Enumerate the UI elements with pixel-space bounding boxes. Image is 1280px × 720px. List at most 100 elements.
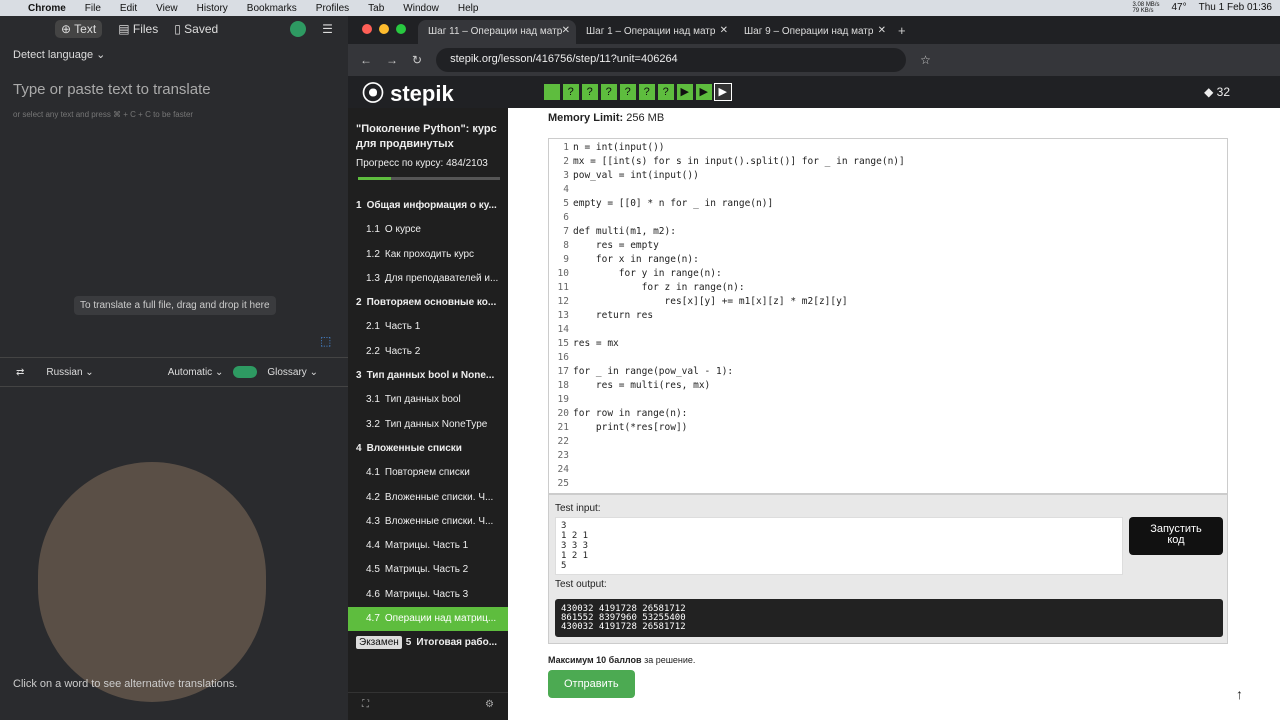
toc-section[interactable]: Экзамен 5 Итоговая рабо... xyxy=(348,631,508,655)
toc-lesson[interactable]: 3.1 Тип данных bool xyxy=(348,388,508,412)
toc-lesson[interactable]: 4.1 Повторяем списки xyxy=(348,461,508,485)
maximize-window-button[interactable] xyxy=(396,24,406,34)
toc-lesson[interactable]: 3.2 Тип данных NoneType xyxy=(348,413,508,437)
menu-app[interactable]: Chrome xyxy=(28,3,66,14)
toc-lesson[interactable]: 1.3 Для преподавателей и... xyxy=(348,267,508,291)
run-code-button[interactable]: Запустить код xyxy=(1129,517,1223,555)
test-input[interactable]: 3 1 2 1 3 3 3 1 2 1 5 xyxy=(555,517,1123,575)
menu-window[interactable]: Window xyxy=(403,3,439,14)
menu-help[interactable]: Help xyxy=(458,3,479,14)
line-number: 11 xyxy=(557,282,569,293)
course-title[interactable]: "Поколение Python": курс для продвинутых xyxy=(348,108,508,158)
tab-files[interactable]: ▤ Files xyxy=(118,22,158,36)
step-box[interactable]: ? xyxy=(619,84,636,100)
toc-section[interactable]: 4 Вложенные списки xyxy=(348,437,508,461)
new-tab-button[interactable]: + xyxy=(892,17,912,44)
toc-lesson[interactable]: 4.3 Вложенные списки. Ч... xyxy=(348,510,508,534)
avatar[interactable] xyxy=(290,21,307,37)
step-box[interactable]: ? xyxy=(562,84,579,100)
code-text: print(*res[row]) xyxy=(573,422,688,433)
toc-lesson[interactable]: 4.4 Матрицы. Часть 1 xyxy=(348,534,508,558)
translator-panel: ⊕ Text ▤ Files ▯ Saved ☰ Detect language… xyxy=(0,16,348,720)
browser-chrome: Шаг 11 – Операции над матр ✕ Шаг 1 – Опер… xyxy=(348,16,1280,76)
close-icon[interactable]: ✕ xyxy=(720,25,728,36)
menu-bookmarks[interactable]: Bookmarks xyxy=(247,3,297,14)
step-box[interactable]: ? xyxy=(657,84,674,100)
screenshot-icon[interactable]: ⬚ xyxy=(320,334,331,348)
target-language[interactable]: Russian ⌄ xyxy=(46,367,93,378)
toc-number: 3 xyxy=(356,370,362,382)
toc-number: 4.7 xyxy=(366,613,380,625)
toc-number: 4.2 xyxy=(366,491,380,503)
toc-label: Общая информация о ку... xyxy=(366,200,497,211)
address-bar[interactable]: stepik.org/lesson/416756/step/11?unit=40… xyxy=(436,48,907,72)
toc-section[interactable]: 2 Повторяем основные ко... xyxy=(348,291,508,315)
scroll-top-icon[interactable]: ↑ xyxy=(1236,686,1243,702)
bookmark-star-icon[interactable]: ☆ xyxy=(920,53,931,67)
toc-label: Вложенные списки. Ч... xyxy=(384,515,494,527)
mode-select[interactable]: Automatic ⌄ xyxy=(168,367,224,378)
toc-lesson[interactable]: 4.7 Операции над матриц... xyxy=(348,607,508,632)
step-box[interactable]: ▶ xyxy=(676,84,693,100)
line-number: 1 xyxy=(563,142,569,153)
step-box[interactable]: ▶ xyxy=(695,84,712,100)
close-icon[interactable]: ✕ xyxy=(562,25,570,36)
menu-icon[interactable]: ☰ xyxy=(322,22,333,36)
stepik-logo[interactable]: ⦿ stepik xyxy=(362,76,454,108)
step-box-current[interactable]: ▶ xyxy=(713,83,732,101)
toc-lesson[interactable]: 2.2 Часть 2 xyxy=(348,340,508,364)
glossary-select[interactable]: Glossary ⌄ xyxy=(267,367,318,378)
step-box[interactable]: ? xyxy=(600,84,617,100)
toc-lesson[interactable]: 4.6 Матрицы. Часть 3 xyxy=(348,583,508,607)
toc-lesson[interactable]: 1.1 О курсе xyxy=(348,218,508,242)
step-box[interactable] xyxy=(543,84,560,100)
test-output: 430032 4191728 26581712 861552 8397960 5… xyxy=(555,599,1223,637)
settings-icon[interactable]: ⚙ xyxy=(485,699,494,714)
minimize-window-button[interactable] xyxy=(379,24,389,34)
menu-view[interactable]: View xyxy=(156,3,178,14)
code-line: 10 for y in range(n): xyxy=(549,267,1227,281)
browser-tab-2[interactable]: Шаг 1 – Операции над матр ✕ xyxy=(576,20,734,44)
toc-lesson[interactable]: 1.2 Как проходить курс xyxy=(348,243,508,267)
code-editor[interactable]: 1 n = int(input()) 2 mx = [[int(s) for s in… xyxy=(548,138,1228,494)
toc-number: 4 xyxy=(356,442,362,454)
close-icon[interactable]: ✕ xyxy=(878,25,886,36)
toc-lesson[interactable]: 2.1 Часть 1 xyxy=(348,315,508,339)
code-text: for y in range(n): xyxy=(573,268,722,279)
glossary-toggle[interactable] xyxy=(233,366,258,378)
line-number: 19 xyxy=(557,394,569,405)
line-number: 5 xyxy=(563,198,569,209)
browser-tab-3[interactable]: Шаг 9 – Операции над матр ✕ xyxy=(734,20,892,44)
toc-section[interactable]: 3 Тип данных bool и None... xyxy=(348,364,508,388)
line-number: 2 xyxy=(563,156,569,167)
menu-file[interactable]: File xyxy=(85,3,101,14)
line-number: 13 xyxy=(557,310,569,321)
clock[interactable]: Thu 1 Feb 01:36 xyxy=(1199,2,1272,14)
submit-button[interactable]: Отправить xyxy=(548,670,635,698)
points-counter[interactable]: ◆ 32 xyxy=(1204,85,1230,99)
forward-icon[interactable]: → xyxy=(386,53,398,67)
toc-lesson[interactable]: 4.5 Матрицы. Часть 2 xyxy=(348,558,508,582)
tab-saved[interactable]: ▯ Saved xyxy=(174,22,218,36)
toc-section[interactable]: 1 Общая информация о ку... xyxy=(348,194,508,218)
expand-icon[interactable]: ⛶ xyxy=(362,699,369,714)
back-icon[interactable]: ← xyxy=(360,53,372,67)
line-number: 6 xyxy=(563,212,569,223)
source-input[interactable]: Type or paste text to translate xyxy=(0,67,348,98)
browser-tab-1[interactable]: Шаг 11 – Операции над матр ✕ xyxy=(418,20,576,44)
code-text: for _ in range(pow_val - 1): xyxy=(573,366,734,377)
toc-number: 4.3 xyxy=(366,515,380,527)
detect-language[interactable]: Detect language ⌄ xyxy=(0,42,348,67)
reload-icon[interactable]: ↻ xyxy=(412,53,422,67)
menu-history[interactable]: History xyxy=(197,3,228,14)
step-box[interactable]: ? xyxy=(581,84,598,100)
menu-tab[interactable]: Tab xyxy=(368,3,384,14)
tab-text[interactable]: ⊕ Text xyxy=(55,20,103,38)
menu-edit[interactable]: Edit xyxy=(120,3,137,14)
close-window-button[interactable] xyxy=(362,24,372,34)
menu-profiles[interactable]: Profiles xyxy=(316,3,349,14)
toc-lesson[interactable]: 4.2 Вложенные списки. Ч... xyxy=(348,486,508,510)
test-input-label: Test input: xyxy=(555,503,601,514)
swap-icon[interactable]: ⇄ xyxy=(16,367,24,378)
step-box[interactable]: ? xyxy=(638,84,655,100)
